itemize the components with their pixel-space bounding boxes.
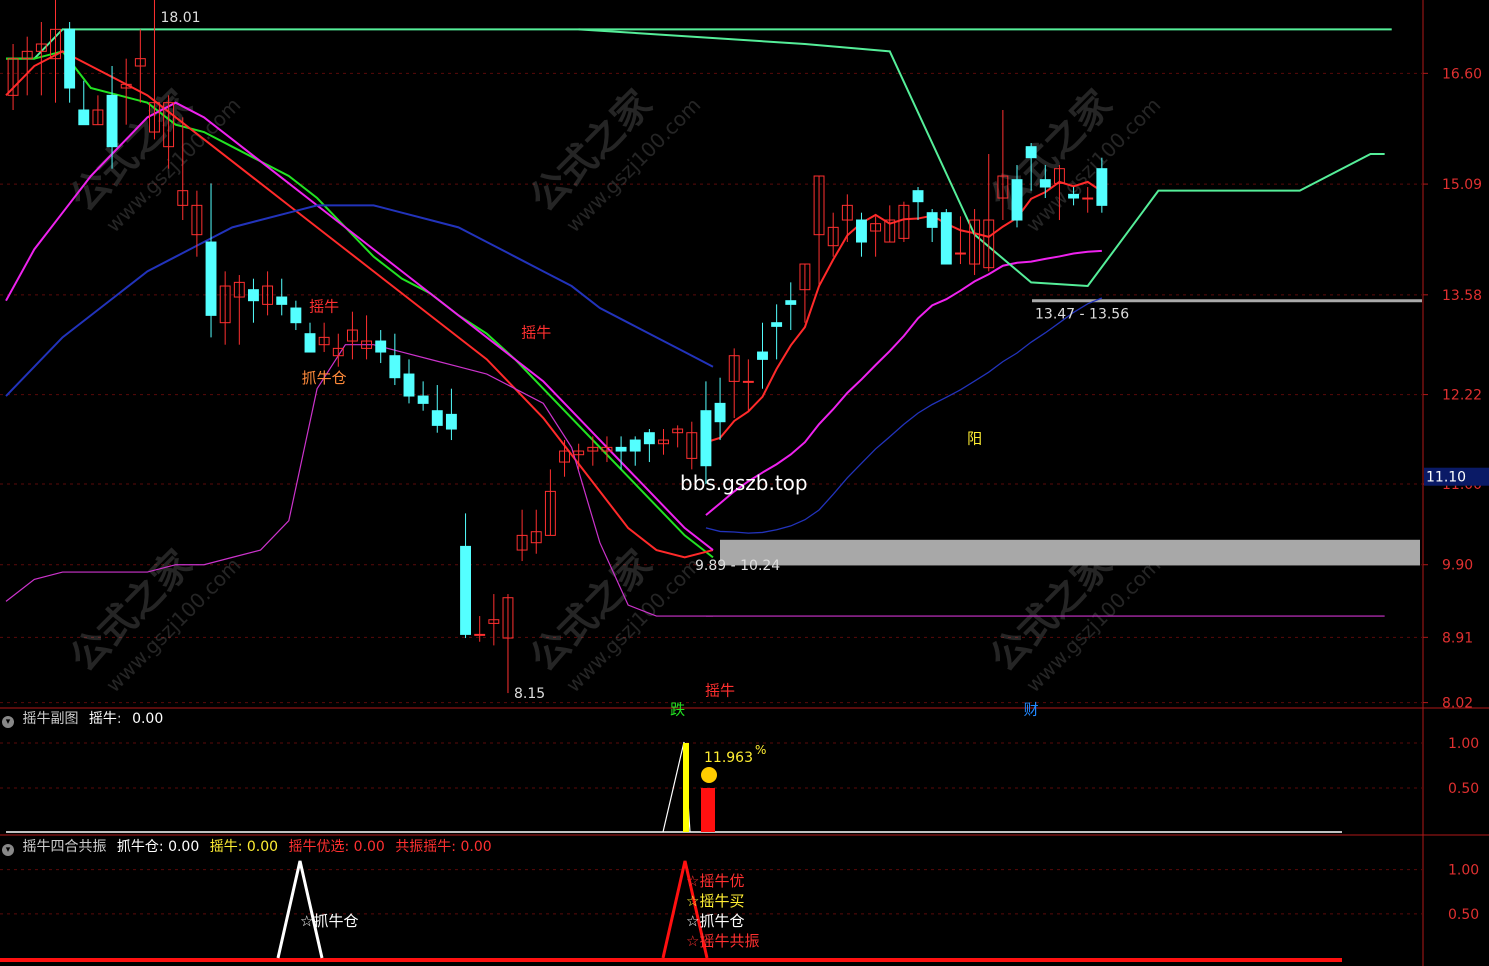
high-label: 18.01 [160,10,200,26]
candle-body [785,300,797,305]
sub1-title: 摇牛副图 [22,711,79,727]
sub1-bar [683,743,689,832]
channel-line [578,28,1385,288]
candle-body [417,395,429,404]
text-mark: 阳 [967,430,982,448]
price-tick-label: 8.91 [1442,630,1473,646]
sub2-tick-label: 0.50 [1448,907,1479,923]
price-tick-label: 8.02 [1442,696,1473,712]
text-mark: 摇牛 [309,298,339,316]
text-mark: 财 [1024,700,1039,718]
sub1-bar [701,788,715,832]
text-mark: 抓牛仓 [302,369,347,387]
candle-body [1025,146,1037,159]
price-tick-label: 13.58 [1442,288,1482,304]
watermark: 公式之家www.gszj100.com [982,82,1166,238]
text-mark: 摇牛 [521,323,551,341]
sub1-unit-label: % [755,743,766,757]
candle-body [474,633,486,636]
indicator-line [6,28,1392,60]
sub2-item-3: 共振摇牛: 0.00 [395,839,492,855]
price-tick-label: 15.09 [1442,177,1482,193]
candle-body [290,307,302,324]
sub1-tick-label: 1.00 [1448,736,1479,752]
candle-body [389,355,401,379]
candle-body [955,252,966,255]
sub2-label: ☆摇牛共振 [686,932,759,950]
candle-body [1068,193,1080,199]
sub2-label: ☆抓牛仓 [686,912,744,930]
indicator-line [5,204,714,397]
site-label: bbs.gszb.top [680,471,808,495]
sub2-label: ☆摇牛优 [686,872,744,890]
candle-body [445,413,457,430]
sub1-header: ▾ 摇牛副图 摇牛: 0.00 [0,710,169,728]
candle-body [757,351,768,360]
sub1-item-name: 摇牛 [88,711,117,727]
text-mark: 摇牛 [705,681,735,699]
candle-body [205,241,217,316]
candle-body [431,410,443,426]
candle-body [403,373,415,397]
candle-body [106,94,118,148]
candle-body [276,296,288,305]
candle-body [912,190,924,203]
sub2-item-2: 摇牛优选: 0.00 [288,839,385,855]
candle-body [629,439,641,452]
sub2-item-1: 摇牛: 0.00 [209,839,279,855]
candle-body [856,219,867,243]
zone-high-label: 13.47 - 13.56 [1035,307,1129,323]
watermark: 公式之家www.gszj100.com [62,542,246,698]
candle-body [248,289,259,302]
candle-body [460,545,471,635]
sub2-tick-label: 1.00 [1448,863,1479,879]
low-label: 8.15 [514,686,545,702]
candle-body [714,402,726,423]
candle-body [771,322,783,327]
candle-body [615,446,627,452]
price-tick-label: 16.60 [1442,66,1482,82]
sub1-tick-label: 0.50 [1448,781,1479,797]
candle-body [742,380,754,383]
smiley-icon [701,767,717,783]
sub2-header: ▾ 摇牛四合共振 抓牛仓: 0.00 摇牛: 0.00 摇牛优选: 0.00 共… [0,838,498,856]
sub2-item-0: 抓牛仓: 0.00 [116,839,200,855]
text-mark: 跌 [670,700,685,718]
current-price-label: 11.10 [1426,470,1466,486]
candle-body [1082,197,1094,200]
stock-chart: 16.6015.0913.5812.2211.009.908.918.02公式之… [0,0,1489,966]
candle-body [1011,179,1023,221]
candle-body [1039,179,1051,188]
ma-line [705,297,1103,534]
collapse-icon[interactable]: ▾ [2,844,14,856]
sub1-item-value: 0.00 [132,711,164,727]
candle-body [78,109,90,126]
candle-body [375,340,387,353]
candle-body [926,212,938,228]
sub2-label: ☆抓牛仓 [300,912,358,930]
support-zone [720,539,1420,566]
sub1-value-label: 11.963 [704,750,753,766]
sub2-title: 摇牛四合共振 [22,839,107,855]
collapse-icon[interactable]: ▾ [2,716,14,728]
candle-body [64,28,76,89]
price-tick-label: 12.22 [1442,388,1482,404]
sub2-spike-white [276,860,324,959]
candle-body [304,333,316,353]
candle-body [1096,168,1108,206]
watermark: 公式之家www.gszj100.com [522,82,706,238]
price-tick-label: 9.90 [1442,558,1473,574]
candle-body [643,432,655,445]
candle-body [940,212,952,265]
sub2-label: ☆摇牛买 [686,892,744,910]
watermark: 公式之家www.gszj100.com [522,542,706,698]
candle-body [700,410,712,467]
zone-low-label: 9.89 - 10.24 [695,558,780,574]
